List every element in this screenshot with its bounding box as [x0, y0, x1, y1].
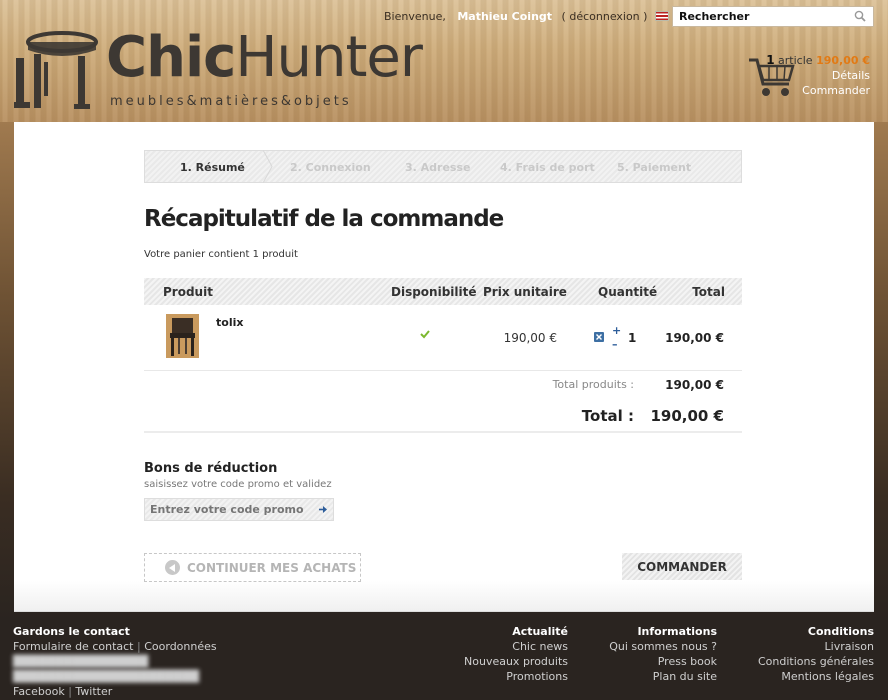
logout-paren-open: ( [561, 10, 566, 23]
discount-subtitle: saisissez votre code promo et validez [144, 479, 332, 490]
step-payment: 5. Paiement [617, 161, 692, 174]
delete-icon[interactable] [594, 332, 604, 342]
header-product: Produit [163, 285, 213, 299]
footer-separator: | [137, 640, 141, 653]
footer-link[interactable]: Livraison [758, 639, 874, 654]
welcome-text: Bienvenue, [384, 10, 446, 23]
quantity-minus-button[interactable]: – [612, 339, 618, 350]
table-header: Produit Disponibilité Prix unitaire Quan… [144, 278, 742, 305]
discount-title: Bons de réduction [144, 461, 278, 476]
back-arrow-icon [165, 560, 180, 575]
footer-separator: | [68, 685, 72, 698]
step-separator-icon [263, 150, 273, 183]
cart-table: Produit Disponibilité Prix unitaire Quan… [144, 278, 742, 433]
footer-info-title: Informations [637, 625, 717, 638]
footer-link[interactable]: Press book [609, 654, 717, 669]
cart-word: article [778, 54, 813, 67]
cart-details-link[interactable]: Détails [766, 68, 870, 83]
cart-price: 190,00 € [816, 54, 870, 67]
footer-social-links: Facebook | Twitter [13, 684, 217, 699]
footer-email-redacted: ██████████████████████ [13, 670, 200, 683]
footer-link[interactable]: Chic news [464, 639, 568, 654]
footer-info: Informations Qui sommes nous ? Press boo… [609, 625, 717, 684]
footer-coordinates-link[interactable]: Coordonnées [144, 640, 216, 653]
step-connexion: 2. Connexion [290, 161, 371, 174]
footer-link[interactable]: Conditions générales [758, 654, 874, 669]
total-products-label: Total produits : [552, 378, 634, 391]
quantity-plus-button[interactable]: + [612, 325, 621, 336]
search-icon[interactable] [854, 10, 866, 22]
delete-cross-icon [596, 334, 602, 340]
page-title: Récapitulatif de la commande [144, 206, 504, 232]
footer-contact: Gardons le contact Formulaire de contact… [13, 625, 217, 699]
logo-tagline: meubles&matières&objets [110, 94, 352, 109]
unit-price: 190,00 € [503, 331, 557, 345]
product-thumbnail[interactable] [166, 314, 199, 358]
promo-code-input[interactable] [145, 499, 305, 520]
user-bar: Bienvenue, Mathieu Coingt ( déconnexion … [384, 10, 691, 23]
step-summary[interactable]: 1. Résumé [180, 161, 245, 174]
order-button-label: COMMANDER [637, 560, 727, 574]
search-input[interactable] [673, 7, 843, 26]
footer-conditions-title: Conditions [807, 625, 874, 638]
footer-link[interactable]: Promotions [464, 669, 568, 684]
step-address: 3. Adresse [405, 161, 471, 174]
header-total: Total [692, 285, 725, 299]
logo-hunter: Hunter [235, 25, 423, 90]
logo-chic: Chic [106, 25, 236, 90]
totals-block: Total produits : 190,00 € Total : 190,00… [144, 371, 742, 433]
footer-news-title: Actualité [512, 625, 568, 638]
cart-summary: 1 article 190,00 € Détails Commander [766, 53, 870, 98]
promo-box [144, 498, 334, 521]
checkout-steps: 1. Résumé 2. Connexion 3. Adresse 4. Fra… [144, 150, 742, 183]
twitter-link[interactable]: Twitter [75, 685, 112, 698]
table-logo-icon[interactable] [14, 28, 98, 110]
cart-order-link[interactable]: Commander [766, 83, 870, 98]
footer-link[interactable]: Nouveaux produits [464, 654, 568, 669]
order-button[interactable]: COMMANDER [622, 553, 742, 580]
footer-link[interactable]: Mentions légales [758, 669, 874, 684]
footer-conditions: Conditions Livraison Conditions générale… [758, 625, 874, 684]
header-unit-price: Prix unitaire [483, 285, 567, 299]
header-availability: Disponibilité [391, 285, 477, 299]
footer-contact-form-link[interactable]: Formulaire de contact [13, 640, 134, 653]
header-quantity: Quantité [598, 285, 658, 299]
footer-contact-title: Gardons le contact [13, 625, 130, 638]
footer-news: Actualité Chic news Nouveaux produits Pr… [464, 625, 568, 684]
table-row: tolix 190,00 € + – 1 190,00 € [144, 305, 742, 371]
in-stock-check-icon [420, 330, 430, 339]
user-name[interactable]: Mathieu Coingt [457, 10, 552, 23]
footer: Gardons le contact Formulaire de contact… [0, 622, 888, 700]
facebook-link[interactable]: Facebook [13, 685, 65, 698]
continue-shopping-label: CONTINUER MES ACHATS [187, 561, 357, 575]
search-box [672, 6, 874, 27]
english-flag-icon[interactable] [654, 11, 669, 21]
footer-link[interactable]: Qui sommes nous ? [609, 639, 717, 654]
logout-paren-close: ) [643, 10, 648, 23]
quantity-value: 1 [628, 331, 637, 345]
footer-phone-redacted: ████████████████ [13, 655, 149, 668]
total-products-value: 190,00 € [665, 378, 724, 392]
row-total: 190,00 € [665, 331, 724, 345]
total-label: Total : [581, 407, 634, 425]
cart-count-text: Votre panier contient 1 produit [144, 249, 298, 260]
arrow-right-icon[interactable] [319, 505, 327, 514]
footer-link[interactable]: Plan du site [609, 669, 717, 684]
logout-link[interactable]: déconnexion [569, 10, 639, 23]
product-name[interactable]: tolix [216, 316, 243, 329]
logo-text[interactable]: ChicHunter [106, 25, 423, 90]
total-value: 190,00 € [650, 407, 724, 425]
continue-shopping-button[interactable]: CONTINUER MES ACHATS [144, 553, 361, 582]
cart-count: 1 [766, 53, 775, 67]
footer-contact-links: Formulaire de contact | Coordonnées [13, 639, 217, 654]
step-shipping: 4. Frais de port [500, 161, 595, 174]
